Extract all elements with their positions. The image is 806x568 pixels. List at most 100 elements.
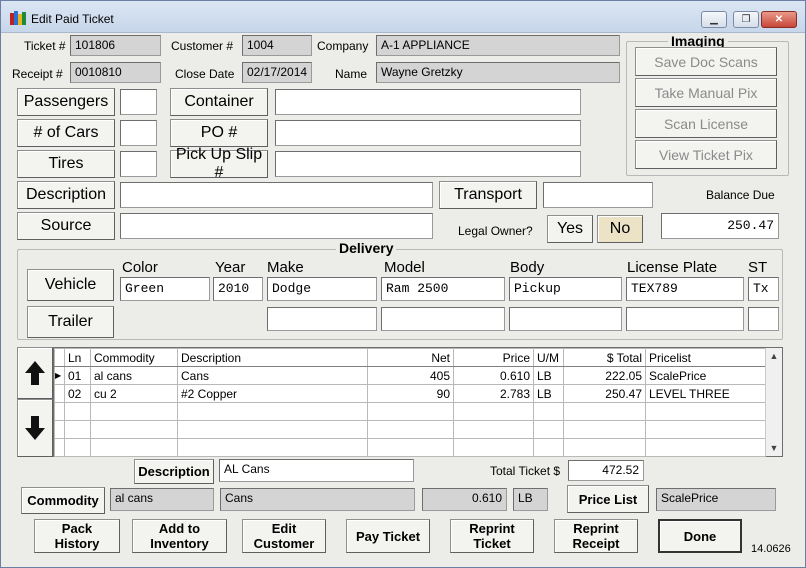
table-row-empty[interactable] [54,402,766,421]
trailer-button[interactable]: Trailer [27,306,114,338]
trailer-body-field[interactable] [509,307,622,331]
vehicle-body-field[interactable]: Pickup [509,277,622,301]
close-button[interactable]: ✕ [761,11,797,28]
legal-owner-no-button[interactable]: No [597,215,643,243]
line-description-button[interactable]: Description [134,459,214,484]
view-ticket-pix-button[interactable]: View Ticket Pix [635,140,777,169]
cell-commodity[interactable]: cu 2 [90,384,178,403]
take-manual-pix-button[interactable]: Take Manual Pix [635,78,777,107]
line-description-field[interactable]: AL Cans [219,459,414,482]
close-date-field[interactable]: 02/17/2014 [242,62,312,83]
table-row-empty[interactable] [54,438,766,457]
container-button[interactable]: Container [170,88,268,116]
add-to-inventory-button[interactable]: Add to Inventory [132,519,227,553]
cell-net[interactable]: 405 [367,366,454,385]
source-field[interactable] [120,213,433,239]
col-header-pricelist[interactable]: Pricelist [645,348,766,367]
po-number-field[interactable] [275,120,581,146]
scroll-down-icon[interactable]: ▼ [766,440,782,456]
description-button[interactable]: Description [17,181,115,209]
vehicle-state-field[interactable]: Tx [748,277,779,301]
cell-pricelist[interactable]: ScalePrice [645,366,766,385]
vehicle-year-field[interactable]: 2010 [213,277,263,301]
total-ticket-field[interactable]: 472.52 [568,460,644,481]
vehicle-model-field[interactable]: Ram 2500 [381,277,505,301]
po-number-button[interactable]: PO # [170,119,268,147]
receipt-number-field[interactable]: 0010810 [70,62,161,83]
pickup-slip-field[interactable] [275,151,581,177]
move-line-up-button[interactable] [17,347,53,399]
commodity-code-field[interactable]: al cans [110,488,214,511]
reprint-ticket-button[interactable]: Reprint Ticket [450,519,534,553]
table-row-empty[interactable] [54,420,766,439]
number-of-cars-field[interactable] [120,120,157,146]
price-list-button[interactable]: Price List [567,485,649,513]
cell-net[interactable]: 90 [367,384,454,403]
cell-price[interactable]: 0.610 [453,366,534,385]
col-header-total[interactable]: $ Total [563,348,646,367]
balance-due-field[interactable]: 250.47 [661,213,779,239]
cell-total[interactable]: 250.47 [563,384,646,403]
transport-button[interactable]: Transport [439,181,537,209]
container-field[interactable] [275,89,581,115]
trailer-model-field[interactable] [381,307,505,331]
trailer-plate-field[interactable] [626,307,744,331]
col-header-ln[interactable]: Ln [64,348,91,367]
table-row[interactable]: ▶ 01 al cans Cans 405 0.610 LB 222.05 Sc… [54,366,766,385]
cell-ln[interactable]: 01 [64,366,91,385]
table-row[interactable]: 02 cu 2 #2 Copper 90 2.783 LB 250.47 LEV… [54,384,766,403]
line-items-grid[interactable]: Ln Commodity Description Net Price U/M $… [53,347,783,457]
vehicle-button[interactable]: Vehicle [27,269,114,301]
number-of-cars-button[interactable]: # of Cars [17,119,115,147]
transport-field[interactable] [543,182,653,208]
tires-field[interactable] [120,151,157,177]
move-line-down-button[interactable] [17,399,53,457]
cell-commodity[interactable]: al cans [90,366,178,385]
col-header-description[interactable]: Description [177,348,368,367]
commodity-description-field[interactable]: Cans [220,488,415,511]
cell-description[interactable]: #2 Copper [177,384,368,403]
passengers-button[interactable]: Passengers [17,88,115,116]
vehicle-color-field[interactable]: Green [120,277,210,301]
commodity-button[interactable]: Commodity [21,487,105,514]
scroll-up-icon[interactable]: ▲ [766,348,782,364]
company-field[interactable]: A-1 APPLIANCE [376,35,620,56]
cell-um[interactable]: LB [533,384,564,403]
cell-description[interactable]: Cans [177,366,368,385]
cell-total[interactable]: 222.05 [563,366,646,385]
ticket-number-field[interactable]: 101806 [70,35,161,56]
pickup-slip-button[interactable]: Pick Up Slip # [170,146,268,181]
reprint-receipt-button[interactable]: Reprint Receipt [554,519,638,553]
trailer-make-field[interactable] [267,307,377,331]
edit-customer-button[interactable]: Edit Customer [242,519,326,553]
save-doc-scans-button[interactable]: Save Doc Scans [635,47,777,76]
source-button[interactable]: Source [17,212,115,240]
legal-owner-yes-button[interactable]: Yes [547,215,593,243]
pack-history-button[interactable]: Pack History [34,519,120,553]
um-field[interactable]: LB [513,488,548,511]
pay-ticket-button[interactable]: Pay Ticket [346,519,430,553]
col-header-um[interactable]: U/M [533,348,564,367]
cell-pricelist[interactable]: LEVEL THREE [645,384,766,403]
col-header-net[interactable]: Net [367,348,454,367]
scan-license-button[interactable]: Scan License [635,109,777,138]
cell-price[interactable]: 2.783 [453,384,534,403]
vehicle-plate-field[interactable]: TEX789 [626,277,744,301]
done-button[interactable]: Done [658,519,742,553]
price-list-field[interactable]: ScalePrice [656,488,776,511]
cell-um[interactable]: LB [533,366,564,385]
trailer-state-field[interactable] [748,307,779,331]
minimize-button[interactable]: ▁ [701,11,727,28]
col-header-price[interactable]: Price [453,348,534,367]
description-field[interactable] [120,182,433,208]
tires-button[interactable]: Tires [17,150,115,178]
grid-vertical-scrollbar[interactable]: ▲ ▼ [765,348,782,456]
title-bar[interactable]: Edit Paid Ticket ▁ ❐ ✕ [1,1,805,33]
cell-ln[interactable]: 02 [64,384,91,403]
maximize-button[interactable]: ❐ [733,11,759,28]
vehicle-make-field[interactable]: Dodge [267,277,377,301]
col-header-commodity[interactable]: Commodity [90,348,178,367]
name-field[interactable]: Wayne Gretzky [376,62,620,83]
customer-number-field[interactable]: 1004 [242,35,312,56]
price-field[interactable]: 0.610 [422,488,507,511]
